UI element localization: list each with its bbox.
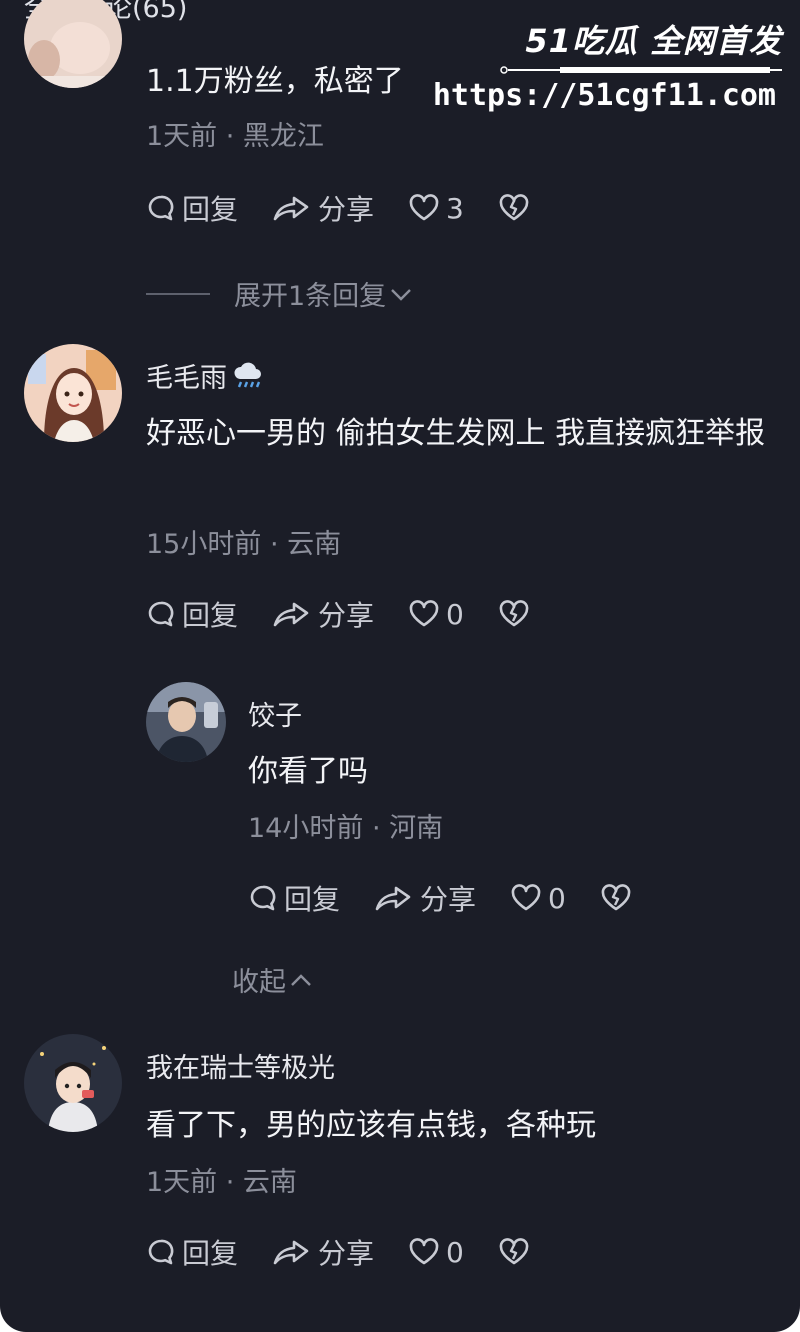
reply-author: 饺子 (248, 701, 302, 732)
reply-meta: 14小时前 · 河南 (248, 813, 444, 844)
comment-text: 看了下，男的应该有点钱，各种玩 (146, 1108, 596, 1143)
comment-meta: 1天前 · 黑龙江 (146, 121, 324, 152)
cloud-rain-icon (234, 362, 261, 388)
avatar[interactable] (146, 682, 226, 762)
like-count: 3 (446, 191, 464, 225)
reply-button[interactable]: 回复 (146, 594, 238, 634)
reply-label: 回复 (284, 883, 341, 916)
dislike-button[interactable] (498, 193, 536, 223)
share-label: 分享 (420, 883, 477, 916)
share-button[interactable]: 分享 (272, 188, 374, 228)
broken-heart-icon (499, 194, 529, 221)
share-arrow-icon (273, 602, 309, 627)
chevron-down-icon (391, 288, 412, 301)
heart-icon (409, 600, 439, 627)
reply-actions: 回复 分享 0 (248, 878, 672, 918)
divider (146, 292, 210, 295)
comment-actions: 回复 分享 0 (146, 1232, 570, 1272)
reply-bubble-icon (148, 601, 174, 627)
avatar[interactable] (24, 344, 122, 442)
reply-label: 回复 (182, 1237, 239, 1270)
chevron-up-icon (291, 973, 311, 986)
broken-heart-icon (499, 600, 529, 627)
share-button[interactable]: 分享 (272, 594, 374, 634)
like-count: 0 (446, 597, 464, 631)
comment-actions: 回复 分享 3 (146, 188, 570, 228)
avatar[interactable] (24, 1034, 122, 1132)
share-label: 分享 (318, 193, 375, 226)
like-button[interactable]: 0 (510, 882, 566, 915)
comment-actions: 回复 分享 0 (146, 594, 570, 634)
like-count: 0 (446, 1235, 464, 1269)
comment-text: 1.1万粉丝，私密了 (146, 64, 404, 99)
author-name: 毛毛雨 (146, 363, 227, 394)
share-arrow-icon (375, 886, 411, 911)
share-label: 分享 (318, 599, 375, 632)
avatar[interactable] (24, 0, 122, 88)
heart-icon (511, 884, 541, 911)
share-arrow-icon (273, 1240, 309, 1265)
broken-heart-icon (601, 884, 631, 911)
reply-button[interactable]: 回复 (248, 878, 340, 918)
like-button[interactable]: 3 (408, 192, 464, 225)
avatar-image (24, 0, 122, 88)
collapse-label: 收起 (232, 967, 286, 998)
share-label: 分享 (318, 1237, 375, 1270)
comments-panel: 全部评论(65) 51吃瓜 全网首发 https://51cgf11.com 1… (0, 0, 800, 1332)
dislike-button[interactable] (600, 883, 638, 913)
reply-button[interactable]: 回复 (146, 1232, 238, 1272)
comment-meta: 15小时前 · 云南 (146, 529, 342, 560)
dislike-button[interactable] (498, 1237, 536, 1267)
avatar-image (24, 344, 122, 442)
share-arrow-icon (273, 196, 309, 221)
reply-text: 你看了吗 (248, 754, 368, 789)
expand-replies-button[interactable]: 展开1条回复 (146, 274, 414, 313)
reply-label: 回复 (182, 193, 239, 226)
reply-bubble-icon (148, 195, 174, 221)
comment-author: 我在瑞士等极光 (146, 1053, 335, 1084)
collapse-replies-button[interactable]: 收起 (232, 960, 314, 999)
reply-button[interactable]: 回复 (146, 188, 238, 228)
reply-bubble-icon (250, 885, 276, 911)
broken-heart-icon (499, 1238, 529, 1265)
comment-author: 毛毛雨 (146, 356, 265, 395)
share-button[interactable]: 分享 (374, 878, 476, 918)
reply-label: 回复 (182, 599, 239, 632)
heart-icon (409, 1238, 439, 1265)
avatar-image (24, 1034, 122, 1132)
heart-icon (409, 194, 439, 221)
comment-text: 好恶心一男的 偷拍女生发网上 我直接疯狂举报 (146, 416, 766, 451)
expand-label: 展开1条回复 (234, 281, 387, 312)
like-count: 0 (548, 881, 566, 915)
share-button[interactable]: 分享 (272, 1232, 374, 1272)
like-button[interactable]: 0 (408, 1236, 464, 1269)
like-button[interactable]: 0 (408, 598, 464, 631)
comment-meta: 1天前 · 云南 (146, 1167, 297, 1198)
reply-bubble-icon (148, 1239, 174, 1265)
dislike-button[interactable] (498, 599, 536, 629)
avatar-image (146, 682, 226, 762)
